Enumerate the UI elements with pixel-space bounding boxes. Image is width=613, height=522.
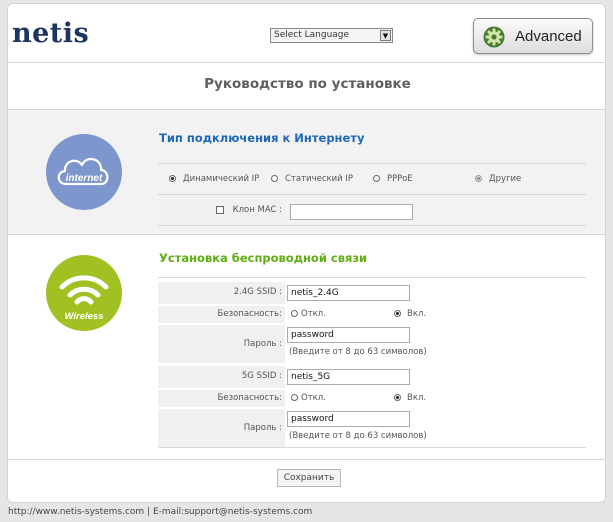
cloud-icon: internet bbox=[57, 157, 109, 186]
ssid-5-label: 5G SSID : bbox=[158, 366, 285, 388]
main-panel: netis Select Language ▼ Advanced Руковод… bbox=[7, 3, 606, 503]
clone-mac-row-label: Клон MAC : bbox=[158, 200, 285, 222]
internet-icon: internet bbox=[46, 134, 122, 210]
router-setup-page: netis Select Language ▼ Advanced Руковод… bbox=[0, 0, 613, 522]
security-24-off-label: Откл. bbox=[301, 309, 326, 319]
security-24-on-radio[interactable] bbox=[394, 310, 401, 317]
security-5-off-radio[interactable] bbox=[291, 394, 298, 401]
language-select-value: Select Language bbox=[274, 30, 350, 40]
security-24-on-label: Вкл. bbox=[407, 309, 427, 319]
footer-divider bbox=[8, 459, 605, 460]
clone-mac-label: Клон MAC : bbox=[232, 205, 282, 215]
advanced-label: Advanced bbox=[515, 28, 582, 45]
security-5-on-label: Вкл. bbox=[407, 393, 427, 403]
security-5-off-label: Откл. bbox=[301, 393, 326, 403]
radio-pppoe[interactable] bbox=[373, 175, 380, 182]
section-divider bbox=[8, 234, 605, 235]
ssid-24-input[interactable]: netis_2.4G bbox=[287, 285, 410, 301]
divider bbox=[158, 277, 586, 278]
option-static-ip-label: Статический IP bbox=[285, 174, 354, 184]
page-title-bar: Руководство по установке bbox=[8, 63, 605, 109]
dropdown-arrow-icon[interactable]: ▼ bbox=[380, 30, 391, 41]
wireless-icon-text: Wireless bbox=[65, 311, 104, 322]
language-select[interactable]: Select Language ▼ bbox=[270, 28, 393, 43]
wireless-icon: Wireless bbox=[46, 255, 122, 331]
radio-dynamic-ip[interactable] bbox=[169, 175, 176, 182]
clone-mac-checkbox[interactable] bbox=[216, 206, 224, 214]
gear-icon bbox=[483, 26, 505, 48]
advanced-button[interactable]: Advanced bbox=[473, 18, 593, 54]
footer-contact: http://www.netis-systems.com | E-mail:su… bbox=[8, 507, 313, 517]
password-5-hint: (Введите от 8 до 63 символов) bbox=[289, 431, 427, 441]
security-5-label: Безопасность: bbox=[158, 390, 285, 407]
divider bbox=[158, 225, 586, 226]
internet-section-title: Тип подключения к Интернету bbox=[159, 131, 365, 145]
netis-logo: netis bbox=[12, 18, 90, 49]
divider bbox=[158, 447, 586, 448]
password-5-input[interactable]: password bbox=[287, 411, 410, 427]
save-button[interactable]: Сохранить bbox=[277, 469, 341, 487]
ssid-24-label: 2.4G SSID : bbox=[158, 282, 285, 304]
password-5-label: Пароль : bbox=[158, 409, 285, 447]
wifi-icon: Wireless bbox=[59, 275, 109, 322]
password-24-label: Пароль : bbox=[158, 325, 285, 363]
security-5-on-radio[interactable] bbox=[394, 394, 401, 401]
wireless-section-title: Установка беспроводной связи bbox=[159, 251, 368, 265]
internet-icon-text: internet bbox=[66, 173, 103, 184]
security-24-off-radio[interactable] bbox=[291, 310, 298, 317]
header: netis Select Language ▼ Advanced bbox=[8, 4, 605, 62]
option-dynamic-ip-label: Динамический IP bbox=[183, 174, 260, 184]
divider bbox=[158, 194, 586, 195]
clone-mac-input[interactable] bbox=[290, 204, 413, 220]
radio-static-ip[interactable] bbox=[271, 175, 278, 182]
option-other-label: Другие bbox=[489, 174, 522, 184]
page-title: Руководство по установке bbox=[204, 76, 411, 92]
option-pppoe-label: PPPoE bbox=[387, 174, 413, 184]
security-24-label: Безопасность: bbox=[158, 306, 285, 323]
ssid-5-input[interactable]: netis_5G bbox=[287, 369, 410, 385]
password-24-input[interactable]: password bbox=[287, 327, 410, 343]
internet-section: internet Тип подключения к Интернету Дин… bbox=[8, 110, 605, 234]
password-24-hint: (Введите от 8 до 63 символов) bbox=[289, 347, 427, 357]
divider bbox=[158, 163, 586, 164]
radio-other[interactable] bbox=[475, 175, 482, 182]
